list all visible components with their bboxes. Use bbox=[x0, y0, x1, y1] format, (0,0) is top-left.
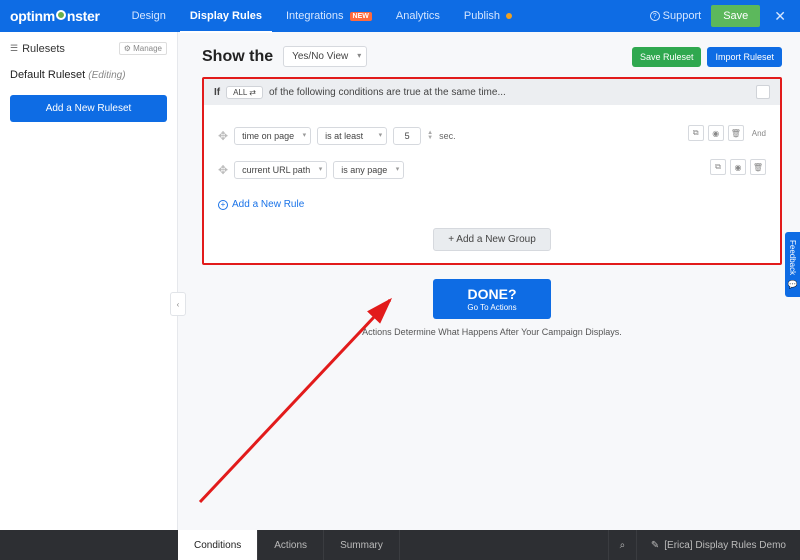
done-label: DONE? bbox=[467, 286, 516, 303]
delete-rule-button[interactable]: 🗑 bbox=[728, 125, 744, 141]
plus-icon: + bbox=[218, 200, 228, 210]
support-icon: ? bbox=[650, 11, 660, 21]
view-select[interactable]: Yes/No View bbox=[283, 46, 367, 67]
done-sublabel: Go To Actions bbox=[467, 303, 516, 313]
help-text: Actions Determine What Happens After You… bbox=[202, 327, 782, 337]
sidebar-header: ☰ Rulesets ⚙ Manage bbox=[10, 42, 167, 55]
rule-field-select[interactable]: current URL path bbox=[234, 161, 327, 179]
editing-badge: (Editing) bbox=[88, 70, 125, 81]
publish-dot-icon bbox=[506, 13, 512, 19]
add-group-row: + Add a New Group bbox=[218, 228, 766, 251]
brand-eye-icon bbox=[56, 10, 66, 20]
main-header: Show the Yes/No View Save Ruleset Import… bbox=[202, 46, 782, 67]
done-section: DONE? Go To Actions Actions Determine Wh… bbox=[202, 279, 782, 337]
nav-integrations[interactable]: Integrations NEW bbox=[276, 0, 382, 32]
sidebar-title: ☰ Rulesets bbox=[10, 43, 65, 55]
rule-field-select[interactable]: time on page bbox=[234, 127, 311, 145]
rule-row-actions: ⧉ ◉ 🗑 bbox=[710, 159, 766, 175]
feedback-tab[interactable]: Feedback 💬 bbox=[785, 232, 800, 297]
nav-integrations-label: Integrations bbox=[286, 10, 343, 22]
all-any-toggle[interactable]: ALL ⇄ bbox=[226, 86, 263, 99]
bottom-tab-actions[interactable]: Actions bbox=[258, 530, 324, 560]
if-label: If bbox=[214, 87, 220, 98]
sidebar: ☰ Rulesets ⚙ Manage Default Ruleset (Edi… bbox=[0, 32, 178, 530]
support-label: Support bbox=[663, 10, 702, 22]
close-button[interactable]: ✕ bbox=[770, 8, 790, 25]
group-duplicate-button[interactable] bbox=[756, 85, 770, 99]
bottom-tab-summary[interactable]: Summary bbox=[324, 530, 400, 560]
nav-design[interactable]: Design bbox=[122, 0, 176, 32]
save-button[interactable]: Save bbox=[711, 5, 760, 27]
bottom-spacer bbox=[0, 530, 178, 560]
drag-handle-icon[interactable]: ✥ bbox=[218, 129, 228, 143]
add-group-button[interactable]: + Add a New Group bbox=[433, 228, 551, 251]
campaign-crumb[interactable]: ✎ [Erica] Display Rules Demo bbox=[636, 530, 800, 560]
rule-row: ✥ current URL path is any page ⧉ ◉ 🗑 bbox=[218, 157, 766, 183]
show-the-label: Show the bbox=[202, 48, 273, 66]
done-button[interactable]: DONE? Go To Actions bbox=[433, 279, 550, 319]
add-rule-button[interactable]: + Add a New Rule bbox=[218, 199, 304, 210]
manage-button[interactable]: ⚙ Manage bbox=[119, 42, 167, 55]
copy-rule-button[interactable]: ⧉ bbox=[688, 125, 704, 141]
body-layout: ☰ Rulesets ⚙ Manage Default Ruleset (Edi… bbox=[0, 32, 800, 530]
add-ruleset-button[interactable]: Add a New Ruleset bbox=[10, 95, 167, 122]
drag-handle-icon[interactable]: ✥ bbox=[218, 163, 228, 177]
add-rule-label: Add a New Rule bbox=[232, 199, 304, 210]
feedback-label: Feedback bbox=[788, 240, 797, 275]
header-actions: Save Ruleset Import Ruleset bbox=[632, 47, 782, 67]
ruleset-label: Default Ruleset bbox=[10, 69, 85, 81]
save-ruleset-button[interactable]: Save Ruleset bbox=[632, 47, 702, 67]
ruleset-item[interactable]: Default Ruleset (Editing) bbox=[10, 69, 167, 81]
preview-rule-button[interactable]: ◉ bbox=[730, 159, 746, 175]
copy-rule-button[interactable]: ⧉ bbox=[710, 159, 726, 175]
rules-group-highlighted: If ALL ⇄ of the following conditions are… bbox=[202, 77, 782, 265]
support-link[interactable]: ? Support bbox=[650, 10, 702, 22]
main-panel: Show the Yes/No View Save Ruleset Import… bbox=[178, 32, 800, 530]
condition-text: of the following conditions are true at … bbox=[269, 87, 506, 98]
rule-value-input[interactable]: 5 bbox=[393, 127, 421, 145]
top-bar: optinm nster Design Display Rules Integr… bbox=[0, 0, 800, 32]
nav-display-rules[interactable]: Display Rules bbox=[180, 0, 272, 32]
rule-op-select[interactable]: is any page bbox=[333, 161, 404, 179]
preview-rule-button[interactable]: ◉ bbox=[708, 125, 724, 141]
import-ruleset-button[interactable]: Import Ruleset bbox=[707, 47, 782, 67]
nav-publish[interactable]: Publish bbox=[454, 0, 522, 32]
feedback-icon: 💬 bbox=[788, 279, 797, 289]
nav-analytics[interactable]: Analytics bbox=[386, 0, 450, 32]
rule-op-select[interactable]: is at least bbox=[317, 127, 387, 145]
value-stepper[interactable]: ▲▼ bbox=[427, 131, 433, 141]
rule-row: ✥ time on page is at least 5 ▲▼ sec. ⧉ ◉… bbox=[218, 123, 766, 149]
sidebar-title-label: Rulesets bbox=[22, 43, 65, 55]
brand-prefix: optinm bbox=[10, 8, 55, 24]
bottom-tab-conditions[interactable]: Conditions bbox=[178, 530, 258, 560]
top-nav: Design Display Rules Integrations NEW An… bbox=[122, 0, 522, 32]
rule-row-actions: ⧉ ◉ 🗑 And bbox=[688, 125, 766, 141]
pencil-icon: ✎ bbox=[651, 540, 659, 551]
rules-body: ✥ time on page is at least 5 ▲▼ sec. ⧉ ◉… bbox=[204, 105, 780, 263]
bottom-search-button[interactable]: ⌕ bbox=[608, 530, 636, 560]
rule-unit: sec. bbox=[439, 131, 456, 141]
new-badge: NEW bbox=[350, 12, 372, 21]
top-right-actions: ? Support Save ✕ bbox=[650, 5, 790, 27]
brand-suffix: nster bbox=[67, 8, 100, 24]
bottom-right: ⌕ ✎ [Erica] Display Rules Demo bbox=[608, 530, 800, 560]
bottom-bar: Conditions Actions Summary ⌕ ✎ [Erica] D… bbox=[0, 530, 800, 560]
list-icon: ☰ bbox=[10, 43, 18, 54]
and-label: And bbox=[752, 129, 766, 138]
brand-logo: optinm nster bbox=[10, 8, 100, 24]
group-header: If ALL ⇄ of the following conditions are… bbox=[204, 79, 780, 105]
campaign-name: [Erica] Display Rules Demo bbox=[664, 540, 786, 551]
nav-publish-label: Publish bbox=[464, 10, 500, 22]
delete-rule-button[interactable]: 🗑 bbox=[750, 159, 766, 175]
